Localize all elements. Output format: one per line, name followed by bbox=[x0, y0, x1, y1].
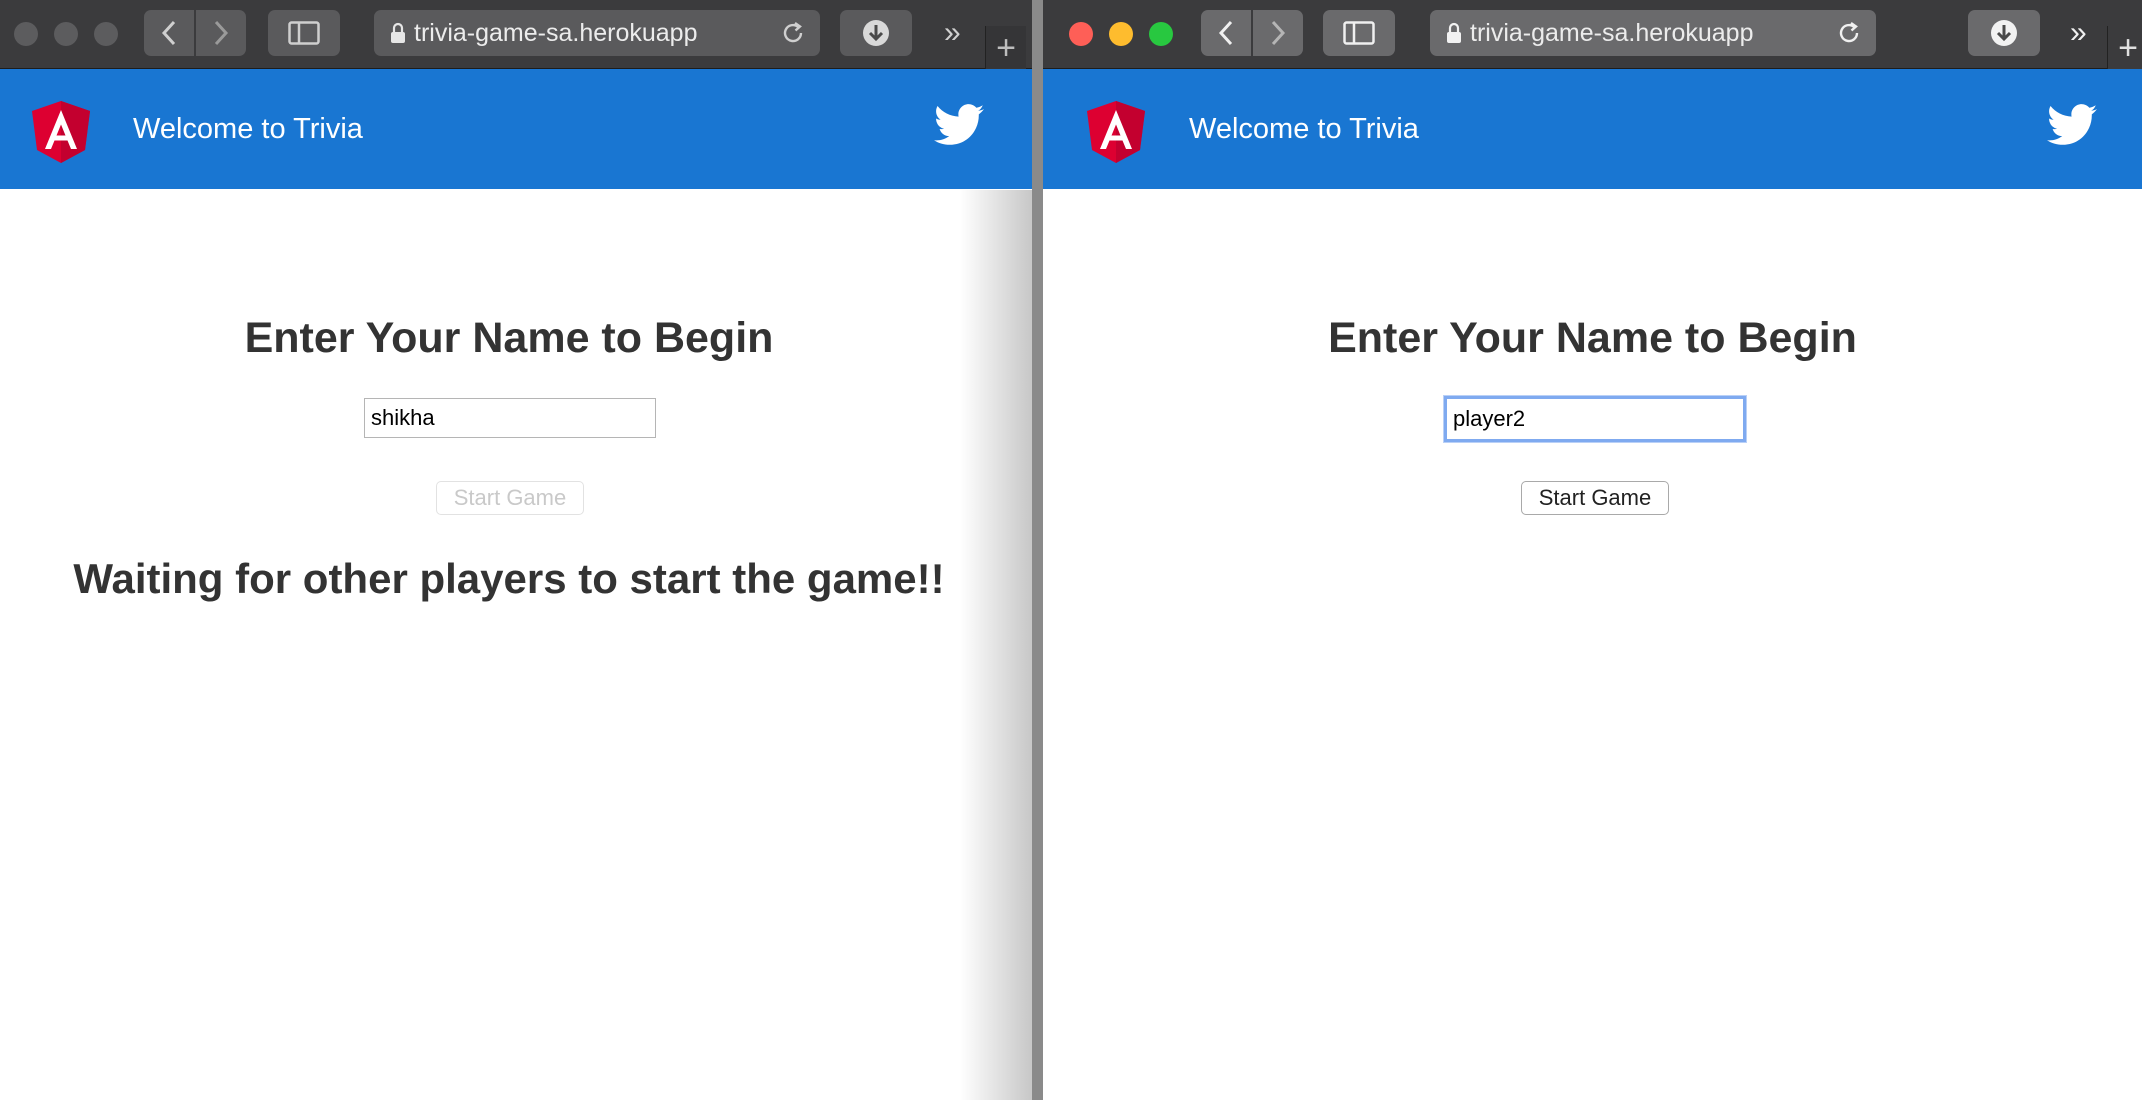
zoom-window-button[interactable] bbox=[1149, 22, 1173, 46]
browser-window-left: trivia-game-sa.herokuapp » + Welcome to … bbox=[0, 0, 1032, 1100]
plus-icon: + bbox=[2118, 28, 2138, 67]
more-chevrons-icon[interactable]: » bbox=[2070, 18, 2087, 48]
more-chevrons-icon[interactable]: » bbox=[944, 18, 961, 48]
navbar-title: Welcome to Trivia bbox=[133, 113, 363, 145]
name-input[interactable] bbox=[1444, 396, 1746, 442]
sidebar-icon bbox=[1343, 21, 1375, 45]
minimize-window-button[interactable] bbox=[54, 22, 78, 46]
chevron-right-icon bbox=[1271, 20, 1286, 46]
angular-logo-icon bbox=[1087, 101, 1145, 163]
chevron-left-icon bbox=[1218, 20, 1233, 46]
page-heading: Enter Your Name to Begin bbox=[1328, 314, 1857, 362]
chevron-left-icon bbox=[161, 20, 176, 46]
new-tab-button[interactable]: + bbox=[985, 26, 1026, 70]
downloads-button[interactable] bbox=[840, 10, 912, 56]
twitter-icon[interactable] bbox=[934, 104, 984, 146]
navbar-title: Welcome to Trivia bbox=[1189, 113, 1419, 145]
address-bar[interactable]: trivia-game-sa.herokuapp bbox=[1430, 10, 1876, 56]
start-game-button[interactable]: Start Game bbox=[1521, 481, 1669, 515]
download-icon bbox=[863, 20, 889, 46]
browser-window-right: trivia-game-sa.herokuapp » + Welcome to … bbox=[1043, 0, 2142, 1100]
angular-logo-icon bbox=[32, 101, 90, 163]
page-heading: Enter Your Name to Begin bbox=[244, 314, 774, 362]
minimize-window-button[interactable] bbox=[1109, 22, 1133, 46]
lock-icon bbox=[1447, 22, 1461, 43]
zoom-window-button[interactable] bbox=[94, 22, 118, 46]
address-url: trivia-game-sa.herokuapp bbox=[1470, 18, 1754, 47]
address-url: trivia-game-sa.herokuapp bbox=[414, 18, 698, 47]
forward-button[interactable] bbox=[196, 10, 246, 56]
window-gap bbox=[1032, 0, 1043, 1100]
sidebar-icon bbox=[288, 21, 320, 45]
reload-icon[interactable] bbox=[1836, 20, 1862, 46]
close-window-button[interactable] bbox=[1069, 22, 1093, 46]
plus-icon: + bbox=[996, 28, 1016, 67]
twitter-icon[interactable] bbox=[2047, 104, 2097, 146]
toolbar: trivia-game-sa.herokuapp » + bbox=[1043, 0, 2142, 70]
lock-icon bbox=[391, 22, 405, 43]
reload-icon[interactable] bbox=[780, 20, 806, 46]
address-bar[interactable]: trivia-game-sa.herokuapp bbox=[374, 10, 820, 56]
start-game-button[interactable]: Start Game bbox=[436, 481, 584, 515]
back-button[interactable] bbox=[144, 10, 194, 56]
close-window-button[interactable] bbox=[14, 22, 38, 46]
sidebar-button[interactable] bbox=[268, 10, 340, 56]
waiting-message: Waiting for other players to start the g… bbox=[73, 555, 945, 602]
name-input[interactable] bbox=[364, 398, 656, 438]
forward-button[interactable] bbox=[1253, 10, 1303, 56]
toolbar: trivia-game-sa.herokuapp » + bbox=[0, 0, 1032, 70]
sidebar-button[interactable] bbox=[1323, 10, 1395, 56]
downloads-button[interactable] bbox=[1968, 10, 2040, 56]
new-tab-button[interactable]: + bbox=[2107, 26, 2142, 70]
download-icon bbox=[1991, 20, 2017, 46]
back-button[interactable] bbox=[1201, 10, 1251, 56]
chevron-right-icon bbox=[214, 20, 229, 46]
